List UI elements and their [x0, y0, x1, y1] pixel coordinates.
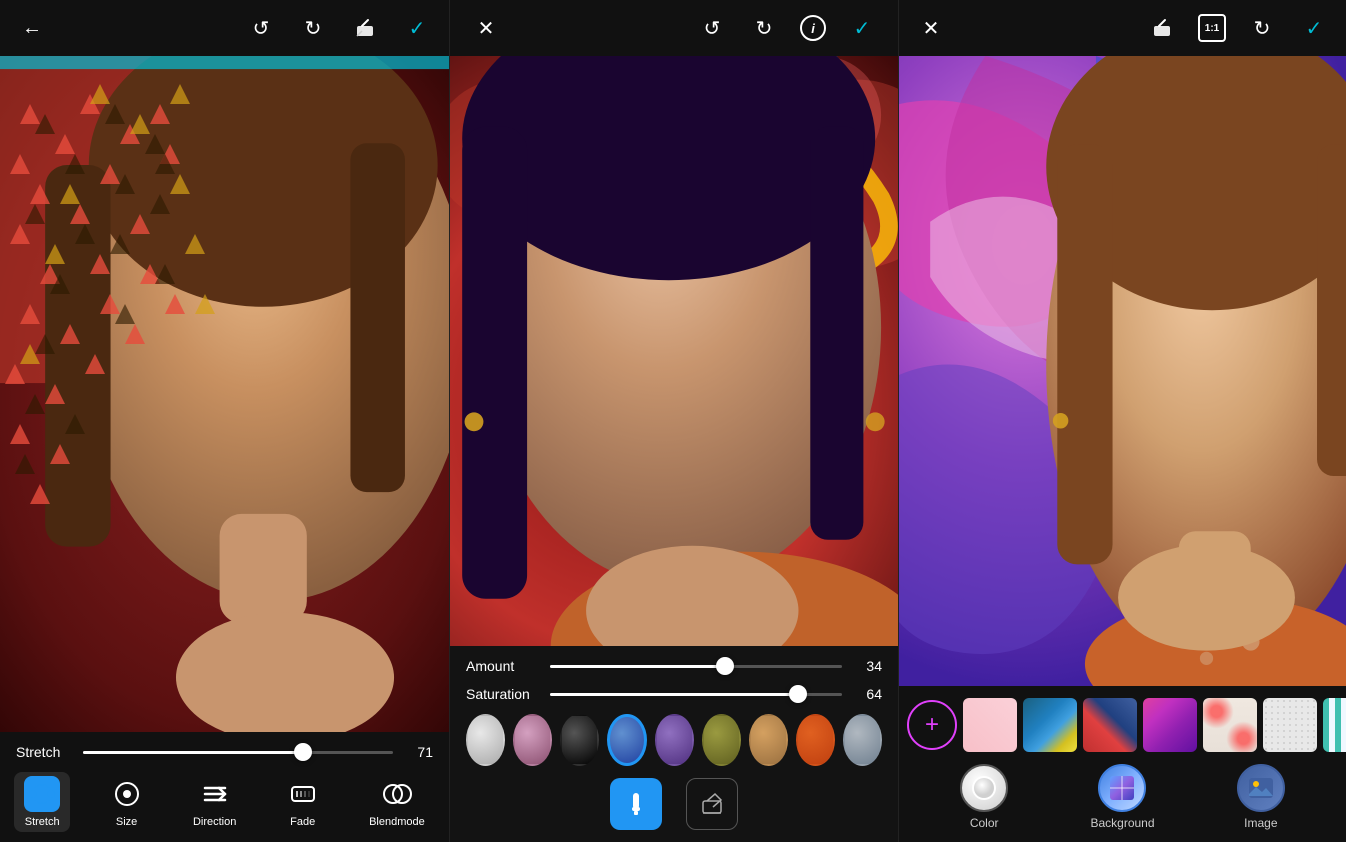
background-type-icon: [1098, 764, 1146, 812]
bg-swatch-dots[interactable]: [1263, 698, 1317, 752]
swatch-orange[interactable]: [796, 714, 835, 766]
amount-slider-row: Amount 34: [466, 658, 882, 674]
panel-background: ✕ 1:1 ↻ ✓: [898, 0, 1346, 842]
panel2-close-button[interactable]: ✕: [470, 12, 502, 44]
panel-stretch: ← ↺ ↻ ✓: [0, 0, 449, 842]
tool-fade[interactable]: Fade: [275, 772, 331, 832]
panel3-bottom: +: [899, 686, 1346, 842]
saturation-value: 64: [854, 686, 882, 702]
bg-swatch-pink[interactable]: [963, 698, 1017, 752]
swatch-gray[interactable]: [843, 714, 882, 766]
stretch-control: Stretch 71: [0, 740, 449, 768]
direction-icon: [197, 776, 233, 812]
tool-blendmode-label: Blendmode: [369, 816, 425, 828]
panel3-refresh-button[interactable]: ↻: [1246, 12, 1278, 44]
tool-stretch-label: Stretch: [25, 816, 60, 828]
swatch-purple[interactable]: [655, 714, 694, 766]
tool-blendmode[interactable]: Blendmode: [359, 772, 435, 832]
swatch-olive[interactable]: [702, 714, 741, 766]
triangle-effect: [0, 56, 449, 732]
tool-size-label: Size: [116, 816, 137, 828]
swatch-silver[interactable]: [466, 714, 505, 766]
color-type-label: Color: [970, 816, 999, 830]
panel2-image: [450, 56, 898, 646]
panel2-topbar-icons: ↺ ↻ i ✓: [696, 12, 878, 44]
confirm-button[interactable]: ✓: [401, 12, 433, 44]
saturation-slider-row: Saturation 64: [466, 686, 882, 702]
info-button[interactable]: i: [800, 15, 826, 41]
back-button[interactable]: ←: [16, 12, 48, 44]
swatch-pink[interactable]: [513, 714, 552, 766]
type-background[interactable]: Background: [1090, 764, 1154, 830]
panel3-eraser-button[interactable]: [1146, 12, 1178, 44]
blendmode-icon: [379, 776, 415, 812]
eraser-button[interactable]: [349, 12, 381, 44]
fade-icon: [285, 776, 321, 812]
swatch-blue[interactable]: [607, 714, 647, 766]
panel3-canvas[interactable]: [899, 56, 1346, 686]
swatch-black[interactable]: [560, 714, 599, 766]
bg-swatch-stripes[interactable]: [1323, 698, 1346, 752]
panel1-canvas[interactable]: [0, 56, 449, 732]
brush-button[interactable]: [610, 778, 662, 830]
bg-swatches-row: +: [899, 694, 1346, 760]
tool-direction[interactable]: Direction: [183, 772, 246, 832]
panel3-topbar: ✕ 1:1 ↻ ✓: [899, 0, 1346, 56]
panel2-canvas[interactable]: [450, 56, 898, 646]
color-type-icon: [960, 764, 1008, 812]
redo-button[interactable]: ↻: [297, 12, 329, 44]
panel1-bottom: Stretch 71 Stretch: [0, 732, 449, 842]
tools-row: Stretch Size: [0, 768, 449, 836]
panel3-topbar-right: 1:1 ↻ ✓: [1146, 12, 1330, 44]
add-background-button[interactable]: +: [907, 700, 957, 750]
panel1-topbar: ← ↺ ↻ ✓: [0, 0, 449, 56]
tool-direction-label: Direction: [193, 816, 236, 828]
type-color[interactable]: Color: [960, 764, 1008, 830]
amount-value: 34: [854, 658, 882, 674]
panel-color: ✕ ↺ ↻ i ✓: [449, 0, 898, 842]
amount-slider[interactable]: [550, 665, 842, 668]
bg-swatch-red-blue[interactable]: [1083, 698, 1137, 752]
amount-label: Amount: [466, 658, 538, 674]
image-type-icon: [1237, 764, 1285, 812]
tool-stretch[interactable]: Stretch: [14, 772, 70, 832]
saturation-slider[interactable]: [550, 693, 842, 696]
panel3-image: [899, 56, 1346, 686]
bg-swatch-colorful[interactable]: [1023, 698, 1077, 752]
type-image[interactable]: Image: [1237, 764, 1285, 830]
panel2-controls: Amount 34 Saturation 64: [450, 646, 898, 842]
stretch-label: Stretch: [16, 744, 71, 760]
panel1-topbar-right: ↺ ↻ ✓: [245, 12, 433, 44]
stretch-slider[interactable]: [83, 751, 393, 754]
swatch-tan[interactable]: [749, 714, 788, 766]
size-icon: [109, 776, 145, 812]
stretch-icon: [24, 776, 60, 812]
saturation-label: Saturation: [466, 686, 538, 702]
panel2-redo-button[interactable]: ↻: [748, 12, 780, 44]
stretch-value: 71: [405, 744, 433, 760]
panel3-confirm-button[interactable]: ✓: [1298, 12, 1330, 44]
tool-fade-label: Fade: [290, 816, 315, 828]
panel2-topbar: ✕ ↺ ↻ i ✓: [450, 0, 898, 56]
panel2-confirm-button[interactable]: ✓: [846, 12, 878, 44]
tool-size[interactable]: Size: [99, 772, 155, 832]
aspect-ratio-button[interactable]: 1:1: [1198, 14, 1226, 42]
type-row: Color: [899, 760, 1346, 834]
eraser-tool-button[interactable]: [686, 778, 738, 830]
undo-button[interactable]: ↺: [245, 12, 277, 44]
color-swatches: [466, 714, 882, 766]
image-type-label: Image: [1244, 816, 1277, 830]
brush-row: [466, 778, 882, 830]
background-type-label: Background: [1090, 816, 1154, 830]
panel2-undo-button[interactable]: ↺: [696, 12, 728, 44]
bg-swatch-purple[interactable]: [1143, 698, 1197, 752]
panel3-close-button[interactable]: ✕: [915, 12, 947, 44]
bg-swatch-triangle-pattern[interactable]: [1203, 698, 1257, 752]
